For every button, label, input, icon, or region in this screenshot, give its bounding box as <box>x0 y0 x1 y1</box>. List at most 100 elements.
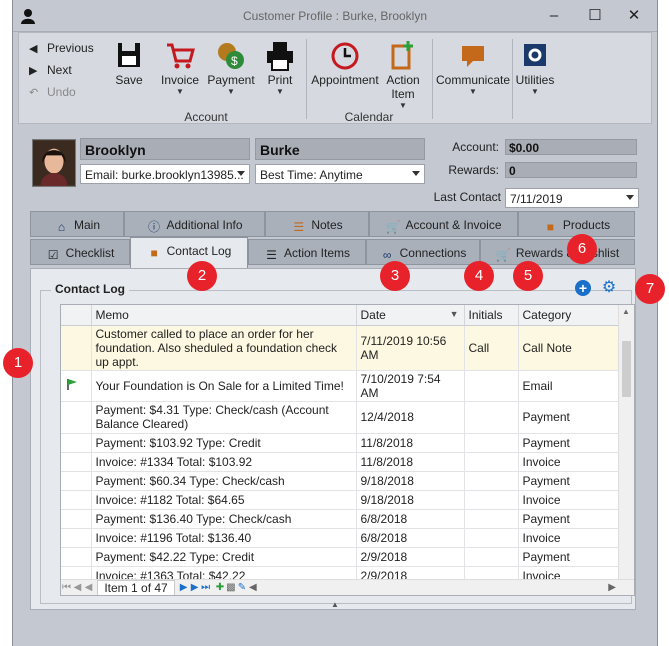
next-page-icon[interactable]: ▶ <box>189 580 200 595</box>
rewards-label: Rewards: <box>448 163 499 177</box>
chevron-down-icon: ▼ <box>531 87 539 96</box>
table-row[interactable]: Payment: $103.92 Type: Credit 11/8/2018 Pa… <box>61 433 621 453</box>
tab-action-items[interactable]: ☰ Action Items <box>248 239 366 265</box>
previous-button[interactable]: ◀ Previous <box>29 41 94 55</box>
best-time-dropdown[interactable]: Best Time: Anytime <box>255 164 425 184</box>
undo-button[interactable]: ↶ Undo <box>29 85 76 99</box>
payment-button[interactable]: $ Payment ▼ <box>205 39 257 96</box>
tab-account-invoice[interactable]: 🛒 Account & Invoice <box>369 211 518 237</box>
row-indicator-cell <box>61 490 92 510</box>
date-column-header[interactable]: Date ▼ <box>356 305 465 326</box>
contact-log-title: Contact Log <box>51 282 129 296</box>
vertical-scrollbar[interactable]: ▲ <box>618 305 634 583</box>
edit-record-icon[interactable]: ✎ <box>236 580 247 595</box>
memo-cell: Payment: $4.31 Type: Check/cash (Account… <box>91 401 357 434</box>
checklist-icon: ☑ <box>47 248 59 262</box>
action-item-button[interactable]: Action Item ▼ <box>379 39 427 110</box>
table-row[interactable]: Payment: $4.31 Type: Check/cash (Account… <box>61 401 621 434</box>
scroll-right-icon[interactable]: ▶ <box>608 580 616 595</box>
chat-bubble-icon <box>462 46 484 67</box>
tab-products[interactable]: ■ Products <box>518 211 635 237</box>
appointment-button[interactable]: Appointment <box>311 39 379 87</box>
scroll-thumb[interactable] <box>622 341 631 397</box>
memo-column-header[interactable]: Memo <box>91 305 357 326</box>
indicator-column-header <box>61 305 92 326</box>
cart-icon: 🛒 <box>495 248 511 262</box>
ribbon-toolbar: ◀ Previous ▶ Next ↶ Undo Save Invoice ▼ $ Pa… <box>18 32 652 124</box>
tab-main[interactable]: ⌂ Main <box>30 211 124 237</box>
tab-rewards-wishlist[interactable]: 🛒Rewards & Wishlist <box>480 239 635 265</box>
notes-icon: ☰ <box>293 220 305 234</box>
tab-additional-info[interactable]: ⓘ Additional Info <box>124 211 265 237</box>
ribbon-separator <box>512 39 513 119</box>
previous-row-icon[interactable]: ◀ <box>83 580 94 595</box>
date-cell: 7/11/2019 10:56 AM <box>356 325 465 371</box>
close-button[interactable]: ✕ <box>623 6 645 26</box>
last-page-icon[interactable]: ⏭ <box>200 580 211 595</box>
last-contact-dropdown[interactable]: 7/11/2019 <box>505 188 639 208</box>
add-record-icon[interactable]: ✚ <box>214 580 225 595</box>
table-row[interactable]: Invoice: #1196 Total: $136.40 6/8/2018 Inv… <box>61 528 621 548</box>
table-row[interactable]: Invoice: #1182 Total: $64.65 9/18/2018 Inv… <box>61 490 621 510</box>
date-cell: 9/18/2018 <box>356 471 465 491</box>
list-icon: ☰ <box>266 248 277 262</box>
next-button[interactable]: ▶ Next <box>29 63 72 77</box>
initials-cell <box>464 401 519 434</box>
tab-checklist[interactable]: ☑ Checklist <box>30 239 130 265</box>
memo-cell: Payment: $136.40 Type: Check/cash <box>91 509 357 529</box>
delete-record-icon[interactable]: ▩ <box>225 580 236 595</box>
chevron-down-icon: ▼ <box>469 87 477 96</box>
category-cell: Call Note <box>518 325 621 371</box>
table-row[interactable]: Customer called to place an order for he… <box>61 325 621 371</box>
add-contact-log-button[interactable]: + <box>575 280 591 296</box>
table-row[interactable]: Your Foundation is On Sale for a Limited… <box>61 370 621 402</box>
memo-cell: Invoice: #1196 Total: $136.40 <box>91 528 357 548</box>
category-cell: Payment <box>518 547 621 567</box>
email-dropdown[interactable]: Email: burke.brooklyn13985... <box>80 164 250 184</box>
first-name-field[interactable]: Brooklyn <box>80 138 250 160</box>
tab-notes[interactable]: ☰ Notes <box>265 211 369 237</box>
communicate-button[interactable]: Communicate ▼ <box>435 39 511 96</box>
calendar-group-label: Calendar <box>344 110 394 124</box>
flag-icon <box>67 378 77 390</box>
gear-icon: ⚙ <box>601 279 617 296</box>
invoice-button[interactable]: Invoice ▼ <box>155 39 205 96</box>
date-cell: 2/9/2018 <box>356 547 465 567</box>
category-cell: Invoice <box>518 452 621 472</box>
collapse-arrow-icon[interactable]: ▲ <box>331 600 339 609</box>
row-indicator-cell <box>61 471 92 491</box>
table-row[interactable]: Invoice: #1334 Total: $103.92 11/8/2018 In… <box>61 452 621 472</box>
tab-connections[interactable]: ∞ Connections <box>366 239 480 265</box>
first-page-icon[interactable]: ⏮ <box>61 580 72 595</box>
row-indicator-cell <box>61 401 92 434</box>
initials-column-header[interactable]: Initials <box>464 305 519 326</box>
save-button[interactable]: Save <box>107 39 151 87</box>
pager-status: Item 1 of 47 <box>97 580 175 595</box>
home-icon: ⌂ <box>57 220 66 234</box>
maximize-button[interactable]: ☐ <box>584 6 606 26</box>
scroll-up-icon[interactable]: ▲ <box>622 307 630 316</box>
utilities-button[interactable]: Utilities ▼ <box>515 39 555 96</box>
minimize-button[interactable]: – <box>543 6 565 26</box>
table-row[interactable]: Payment: $60.34 Type: Check/cash 9/18/201… <box>61 471 621 491</box>
previous-page-icon[interactable]: ◀ <box>72 580 83 595</box>
floppy-disk-icon <box>118 43 140 67</box>
scroll-left-icon[interactable]: ◀ <box>247 580 258 595</box>
folder-icon: ■ <box>150 246 158 260</box>
clock-icon <box>331 42 359 70</box>
category-column-header[interactable]: Category <box>518 305 621 326</box>
callout-3: 3 <box>380 261 410 291</box>
last-name-field[interactable]: Burke <box>255 138 425 160</box>
table-row[interactable]: Payment: $42.22 Type: Credit 2/9/2018 Paym… <box>61 547 621 567</box>
contact-log-grid: Memo Date ▼ Initials Category Customer ca… <box>60 304 635 596</box>
settings-button[interactable]: ⚙ <box>600 279 618 297</box>
tab-contact-log[interactable]: ■ Contact Log <box>130 237 248 269</box>
chevron-down-icon <box>626 195 634 200</box>
initials-cell: Call <box>464 325 519 371</box>
memo-cell: Invoice: #1334 Total: $103.92 <box>91 452 357 472</box>
print-button[interactable]: Print ▼ <box>259 39 301 96</box>
initials-cell <box>464 547 519 567</box>
callout-7: 7 <box>635 274 665 304</box>
table-row[interactable]: Payment: $136.40 Type: Check/cash 6/8/201… <box>61 509 621 529</box>
next-row-icon[interactable]: ▶ <box>178 580 189 595</box>
